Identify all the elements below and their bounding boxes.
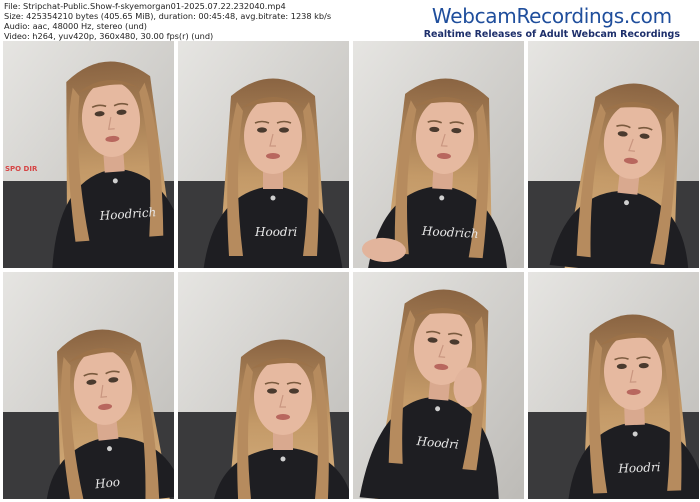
necklace-pendant	[270, 195, 276, 201]
thumbnail-frame	[178, 272, 349, 499]
eye-right	[289, 388, 299, 394]
audio-info: Audio: aac, 48000 Hz, stereo (und)	[4, 21, 147, 31]
video-thumbnail[interactable]: Hoo	[3, 272, 174, 499]
shirt-logo-text: Hoodri	[617, 460, 661, 476]
thumbnail-grid: Hoodrich SPO DIR Hoodri Hoodrich Hoo Hood…	[3, 41, 699, 499]
thumbnail-frame	[528, 41, 699, 268]
background-sign-text: SPO DIR	[5, 165, 38, 173]
video-thumbnail[interactable]: Hoodri	[178, 41, 349, 268]
brand-logo: WebcamRecordings.com Realtime Releases o…	[424, 4, 680, 41]
thumbnail-frame: HoodrichSPO DIR	[3, 41, 174, 268]
video-thumbnail[interactable]: Hoodrich	[353, 41, 524, 268]
video-info: Video: h264, yuv420p, 360x480, 30.00 fps…	[4, 31, 214, 41]
thumbnail-frame: Hoodri	[178, 41, 349, 268]
file-size: Size: 425354210 bytes (405.65 MiB), dura…	[4, 11, 332, 21]
thumbnail-frame: Hoo	[3, 272, 174, 499]
eye-right	[279, 127, 289, 133]
header: File: Stripchat-Public.Show-f-skyemorgan…	[0, 0, 700, 41]
video-thumbnail[interactable]: Hoodrich SPO DIR	[3, 41, 174, 268]
eye-left	[257, 127, 267, 133]
thumbnail-frame: Hoodri	[528, 272, 699, 499]
video-thumbnail[interactable]	[528, 41, 699, 268]
video-thumbnail[interactable]: Hoodri	[528, 272, 699, 499]
eye-left	[267, 388, 277, 394]
thumbnail-frame: Hoodri	[353, 272, 524, 499]
necklace-pendant	[280, 456, 286, 462]
shirt-logo-text: Hoodri	[254, 225, 297, 239]
file-metadata: File: Stripchat-Public.Show-f-skyemorgan…	[4, 1, 331, 41]
brand-subtitle: Realtime Releases of Adult Webcam Record…	[423, 29, 680, 40]
shirt-logo-text: Hoo	[93, 475, 120, 492]
thumbnail-frame: Hoodrich	[353, 41, 524, 268]
video-thumbnail[interactable]	[178, 272, 349, 499]
mouth	[276, 414, 290, 420]
mouth	[266, 153, 280, 159]
brand-title: WebcamRecordings.com	[431, 4, 672, 28]
file-name: File: Stripchat-Public.Show-f-skyemorgan…	[4, 1, 286, 11]
video-thumbnail[interactable]: Hoodri	[353, 272, 524, 499]
